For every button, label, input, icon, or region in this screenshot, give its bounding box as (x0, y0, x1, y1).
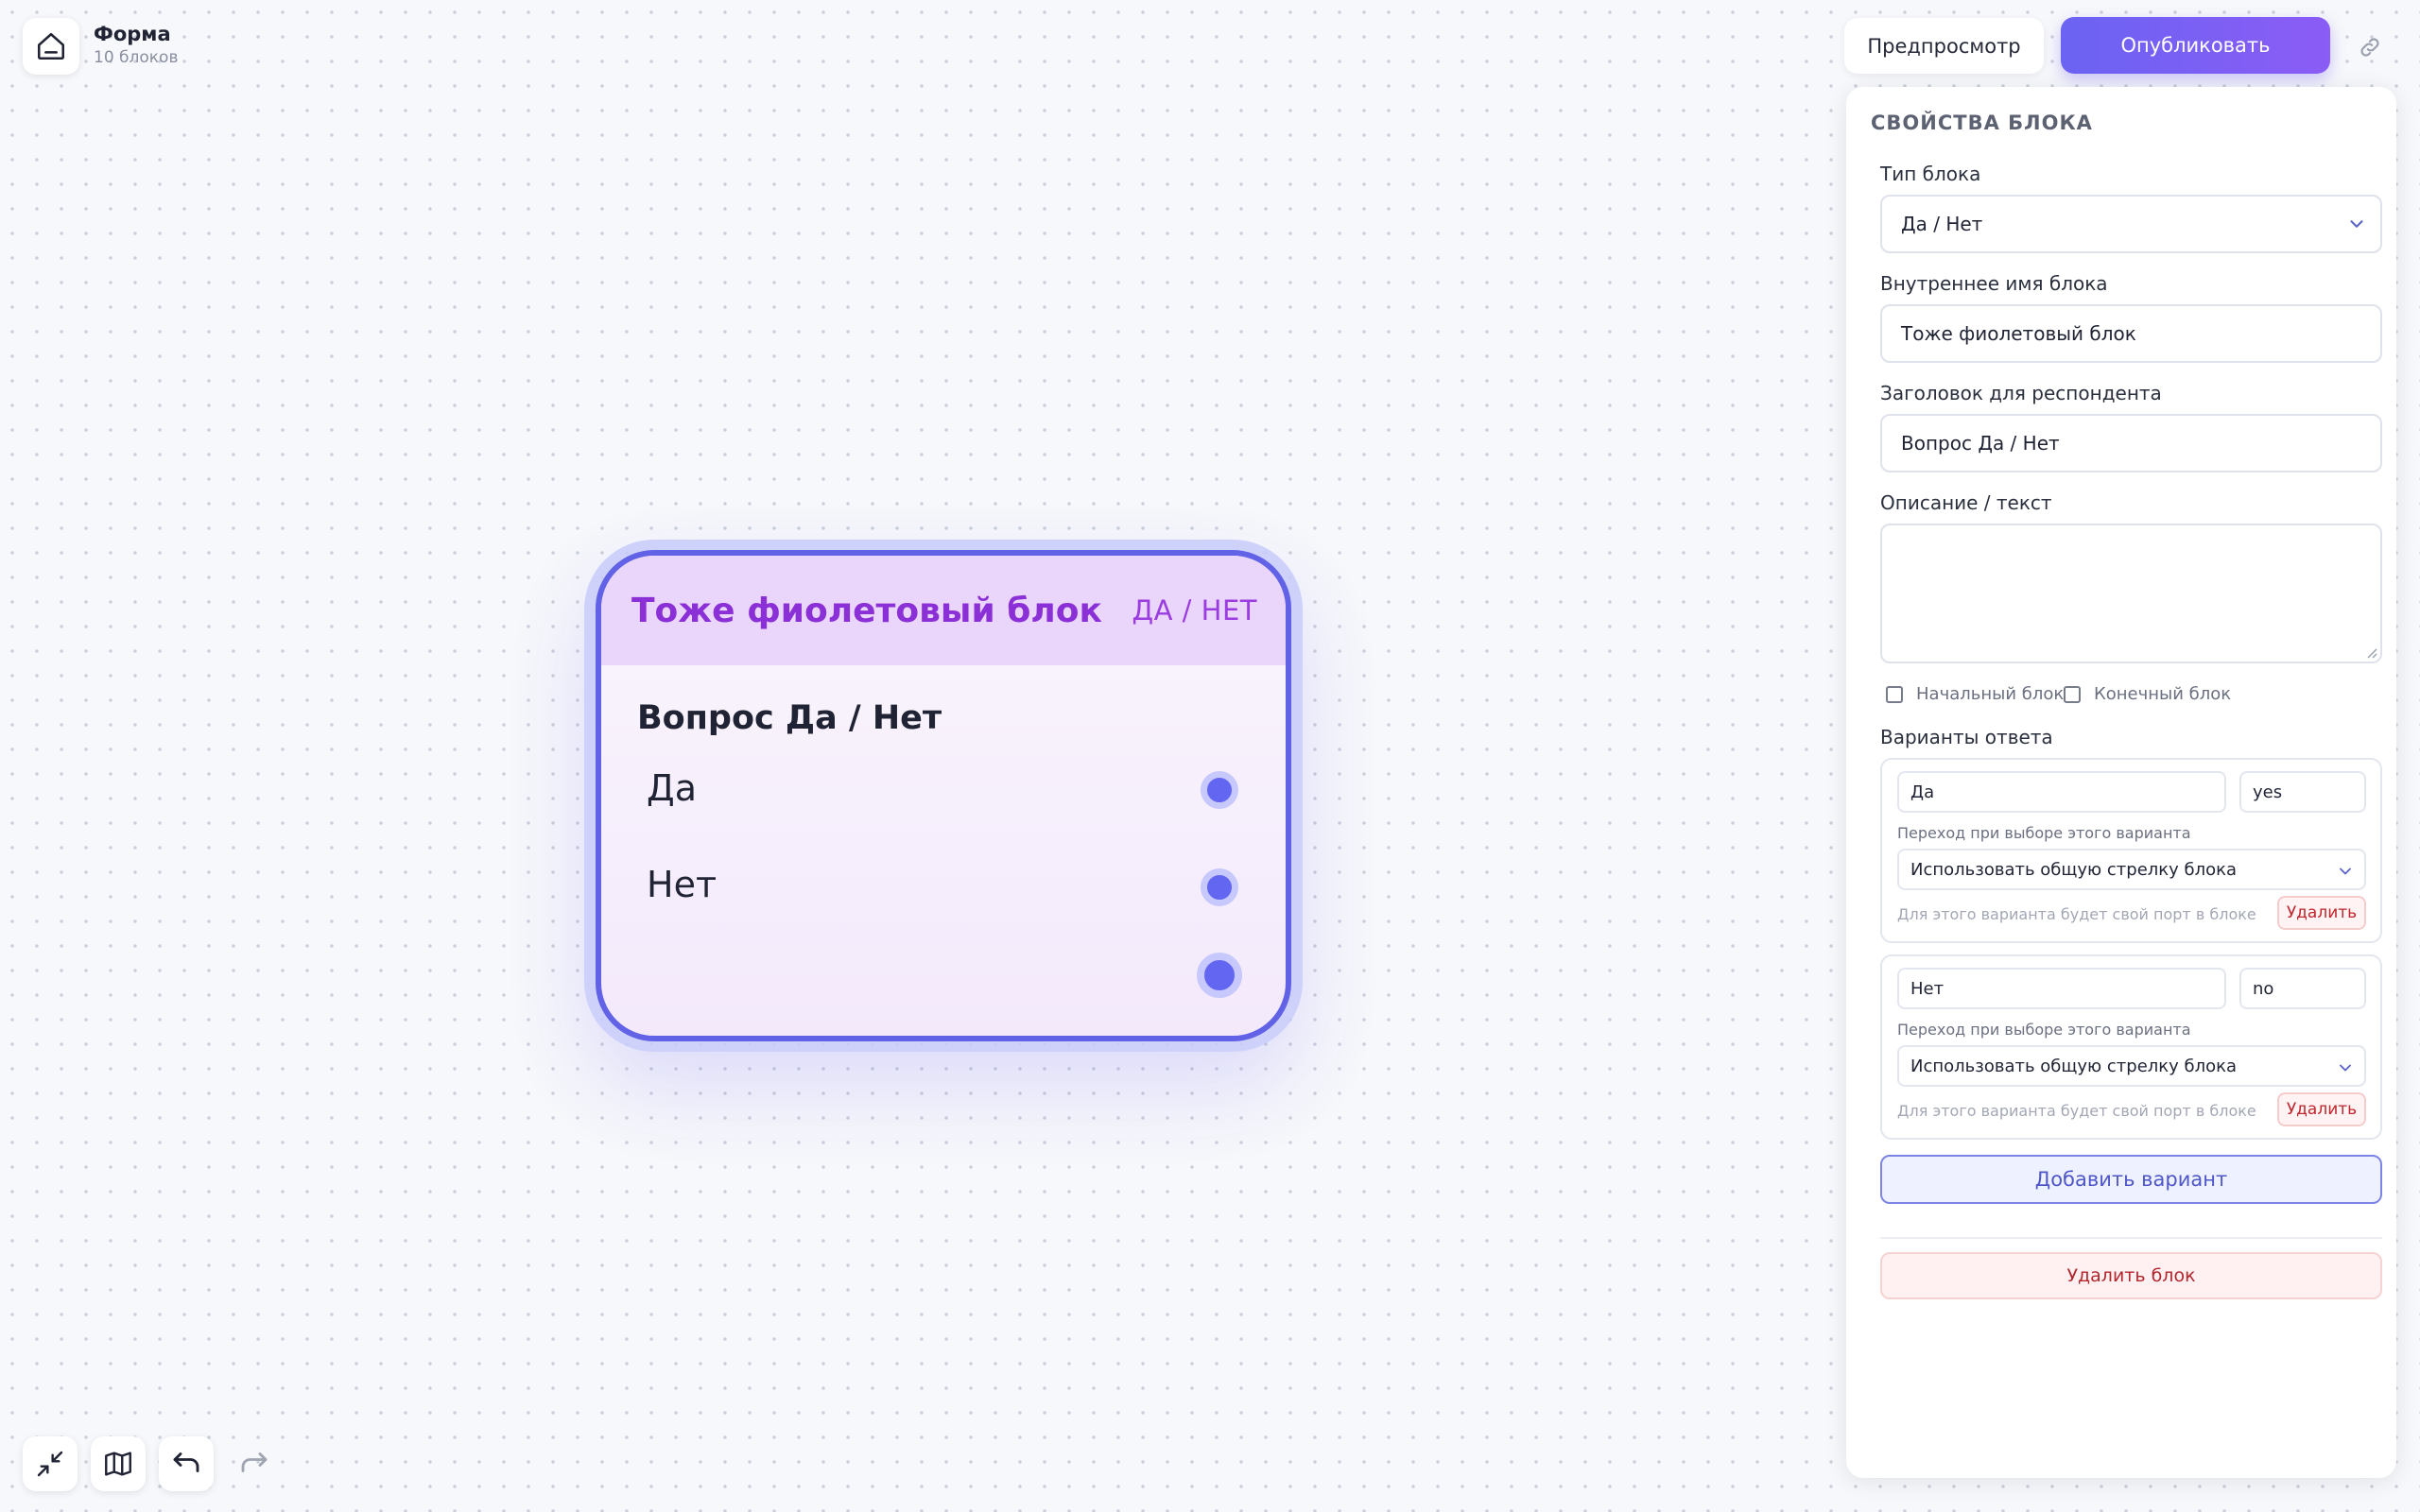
start-block-label: Начальный блок (1916, 684, 2065, 704)
end-block-checkbox[interactable] (2064, 685, 2081, 703)
port-option-yes[interactable] (1201, 771, 1238, 809)
description-label: Описание / текст (1880, 491, 2052, 514)
panel-divider (1880, 1237, 2382, 1239)
link-icon (2360, 38, 2379, 57)
respondent-title-value: Вопрос Да / Нет (1901, 432, 2060, 455)
add-option-button[interactable]: Добавить вариант (1880, 1155, 2382, 1204)
respondent-title-label: Заголовок для респондента (1880, 382, 2162, 404)
redo-icon (241, 1452, 268, 1472)
delete-option-button[interactable]: Удалить (2277, 896, 2366, 930)
copy-link-button[interactable] (2354, 31, 2386, 63)
option-label-value: Нет (1910, 978, 1945, 999)
undo-icon (173, 1452, 199, 1472)
answer-option-card: Да yes Переход при выборе этого варианта… (1880, 758, 2382, 943)
option-value-input[interactable]: no (2239, 968, 2366, 1009)
node-option-no: Нет (647, 864, 717, 905)
internal-name-value: Тоже фиолетовый блок (1901, 322, 2136, 345)
end-block-option[interactable]: Конечный блок (2064, 684, 2231, 704)
option-value-input[interactable]: yes (2239, 771, 2366, 813)
map-icon (105, 1452, 131, 1476)
yes-no-block-node[interactable]: Тоже фиолетовый блок ДА / НЕТ Вопрос Да … (596, 550, 1291, 1041)
option-value-text: yes (2253, 782, 2283, 802)
chevron-down-icon (2350, 220, 2363, 228)
internal-name-input[interactable]: Тоже фиолетовый блок (1880, 304, 2382, 363)
chevron-down-icon (2340, 1064, 2351, 1072)
answers-label: Варианты ответа (1880, 726, 2053, 748)
home-button[interactable] (23, 18, 79, 75)
block-type-value: Да / Нет (1901, 213, 1983, 235)
end-block-label: Конечный блок (2094, 684, 2232, 704)
panel-title: СВОЙСТВА БЛОКА (1871, 112, 2093, 134)
node-option-yes: Да (647, 767, 697, 809)
fit-view-button[interactable] (23, 1436, 78, 1491)
option-transition-select[interactable]: Использовать общую стрелку блока (1897, 1045, 2366, 1087)
start-block-option[interactable]: Начальный блок (1886, 684, 2064, 704)
option-port-note: Для этого варианта будет свой порт в бло… (1897, 1102, 2256, 1120)
option-value-text: no (2253, 978, 2274, 999)
answer-option-card: Нет no Переход при выборе этого варианта… (1880, 954, 2382, 1140)
block-type-label: Тип блока (1880, 163, 1981, 185)
option-transition-value: Использовать общую стрелку блока (1910, 1056, 2238, 1076)
port-option-no[interactable] (1201, 868, 1238, 906)
redo-button[interactable] (227, 1436, 282, 1491)
resize-handle-icon[interactable] (2364, 645, 2377, 659)
option-label-value: Да (1910, 782, 1935, 802)
option-transition-hint: Переход при выборе этого варианта (1897, 1021, 2191, 1039)
node-header[interactable]: Тоже фиолетовый блок ДА / НЕТ (601, 556, 1286, 665)
delete-option-button[interactable]: Удалить (2277, 1092, 2366, 1126)
block-count: 10 блоков (94, 48, 179, 67)
block-type-select[interactable]: Да / Нет (1880, 195, 2382, 253)
publish-button[interactable]: Опубликовать (2061, 17, 2330, 74)
description-textarea[interactable] (1880, 524, 2382, 663)
home-icon (37, 32, 65, 60)
port-default-output[interactable] (1197, 953, 1242, 998)
internal-name-label: Внутреннее имя блока (1880, 272, 2108, 295)
option-label-input[interactable]: Нет (1897, 968, 2226, 1009)
delete-block-button[interactable]: Удалить блок (1880, 1252, 2382, 1299)
start-block-checkbox[interactable] (1886, 685, 1903, 703)
chevron-down-icon (2340, 868, 2351, 875)
minimap-button[interactable] (91, 1436, 146, 1491)
collapse-icon (37, 1451, 63, 1477)
node-type-label: ДА / НЕТ (1132, 594, 1257, 627)
block-properties-panel: СВОЙСТВА БЛОКА Тип блока Да / Нет Внутре… (1846, 87, 2396, 1478)
node-question: Вопрос Да / Нет (637, 699, 942, 737)
node-name: Тоже фиолетовый блок (631, 591, 1102, 630)
preview-button[interactable]: Предпросмотр (1844, 18, 2044, 74)
option-transition-select[interactable]: Использовать общую стрелку блока (1897, 849, 2366, 890)
option-transition-hint: Переход при выборе этого варианта (1897, 824, 2191, 842)
option-transition-value: Использовать общую стрелку блока (1910, 859, 2238, 880)
option-port-note: Для этого варианта будет свой порт в бло… (1897, 905, 2256, 923)
respondent-title-input[interactable]: Вопрос Да / Нет (1880, 414, 2382, 472)
undo-button[interactable] (159, 1436, 214, 1491)
option-label-input[interactable]: Да (1897, 771, 2226, 813)
form-title: Форма (94, 23, 171, 45)
